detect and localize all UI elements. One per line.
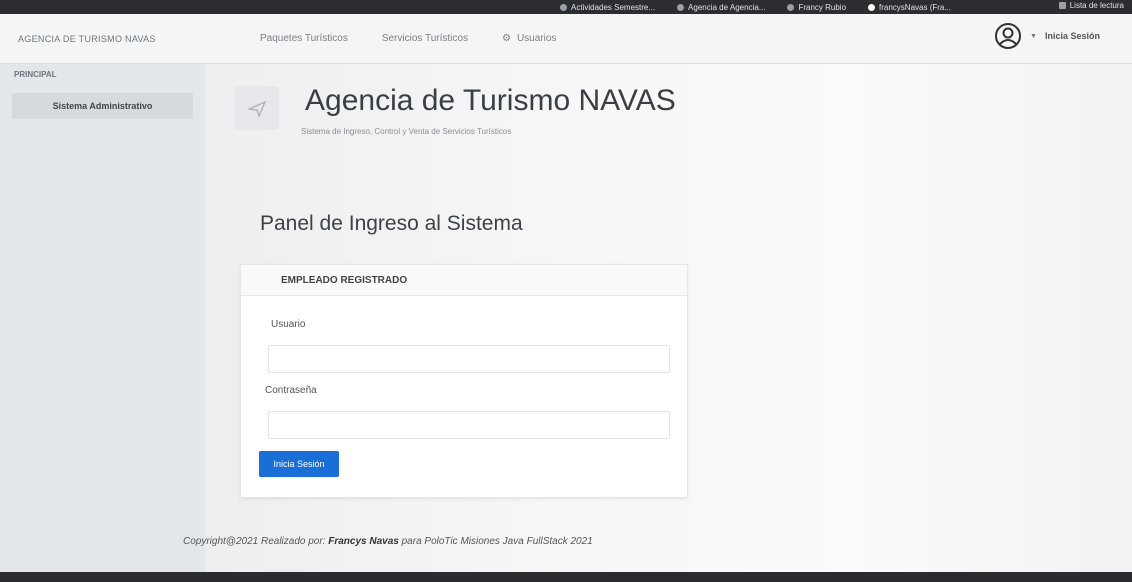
user-circle-icon (995, 23, 1022, 49)
bookmark-item[interactable]: Agencia de Agencia... (677, 3, 765, 12)
card-title: EMPLEADO REGISTRADO (241, 265, 687, 296)
password-input[interactable] (268, 411, 670, 439)
usuario-input[interactable] (268, 345, 670, 373)
sidebar-item-sistema-administrativo[interactable]: Sistema Administrativo (12, 93, 193, 119)
panel-title: Panel de Ingreso al Sistema (260, 212, 523, 235)
main-content: Agencia de Turismo NAVAS Sistema de Ingr… (183, 64, 1132, 582)
nav-links: Paquetes Turísticos Servicios Turísticos… (205, 33, 556, 44)
usuario-label: Usuario (271, 319, 306, 330)
bookmark-icon (560, 3, 567, 11)
user-menu[interactable]: ▼ Inicia Sesión (994, 22, 1100, 50)
taskbar (0, 572, 1132, 582)
footer-prefix: Copyright@2021 Realizado por: (183, 536, 329, 547)
bookmark-item[interactable]: francysNavas (Fra... (868, 3, 951, 12)
reading-list-button[interactable]: Lista de lectura (1058, 1, 1124, 10)
chevron-down-icon: ▼ (1030, 32, 1037, 40)
airplane-icon (235, 86, 279, 130)
gear-icon: ⚙ (501, 33, 511, 44)
bookmark-item[interactable]: Francy Rubio (787, 3, 846, 12)
bookmark-icon (677, 3, 685, 11)
sidebar: PRINCIPAL Sistema Administrativo (0, 64, 205, 582)
bookmark-item[interactable]: Actividades Semestre... (560, 3, 655, 12)
password-label: Contraseña (265, 385, 317, 396)
footer-suffix: para PoloTic Misiones Java FullStack 202… (398, 536, 593, 547)
github-icon (868, 3, 876, 11)
brand-link[interactable]: AGENCIA DE TURISMO NAVAS (0, 34, 205, 44)
bookmark-icon (787, 3, 795, 11)
footer: Copyright@2021 Realizado por: Francys Na… (183, 536, 593, 547)
reading-list-icon (1058, 2, 1066, 9)
bookmarks-bar: Actividades Semestre... Agencia de Agenc… (0, 0, 1132, 14)
page-title: Agencia de Turismo NAVAS (305, 84, 676, 117)
top-navbar: AGENCIA DE TURISMO NAVAS Paquetes Turíst… (0, 14, 1132, 64)
footer-author: Francys Navas (328, 536, 399, 547)
nav-link-paquetes[interactable]: Paquetes Turísticos (260, 33, 348, 44)
nav-link-servicios[interactable]: Servicios Turísticos (382, 33, 468, 44)
sidebar-heading: PRINCIPAL (14, 70, 57, 79)
login-card: EMPLEADO REGISTRADO Usuario Contraseña I… (240, 264, 688, 498)
nav-link-usuarios[interactable]: ⚙ Usuarios (502, 33, 556, 44)
page-subtitle: Sistema de Ingreso, Control y Venta de S… (301, 127, 512, 136)
login-button[interactable]: Inicia Sesión (259, 451, 339, 477)
session-label[interactable]: Inicia Sesión (1045, 31, 1100, 41)
